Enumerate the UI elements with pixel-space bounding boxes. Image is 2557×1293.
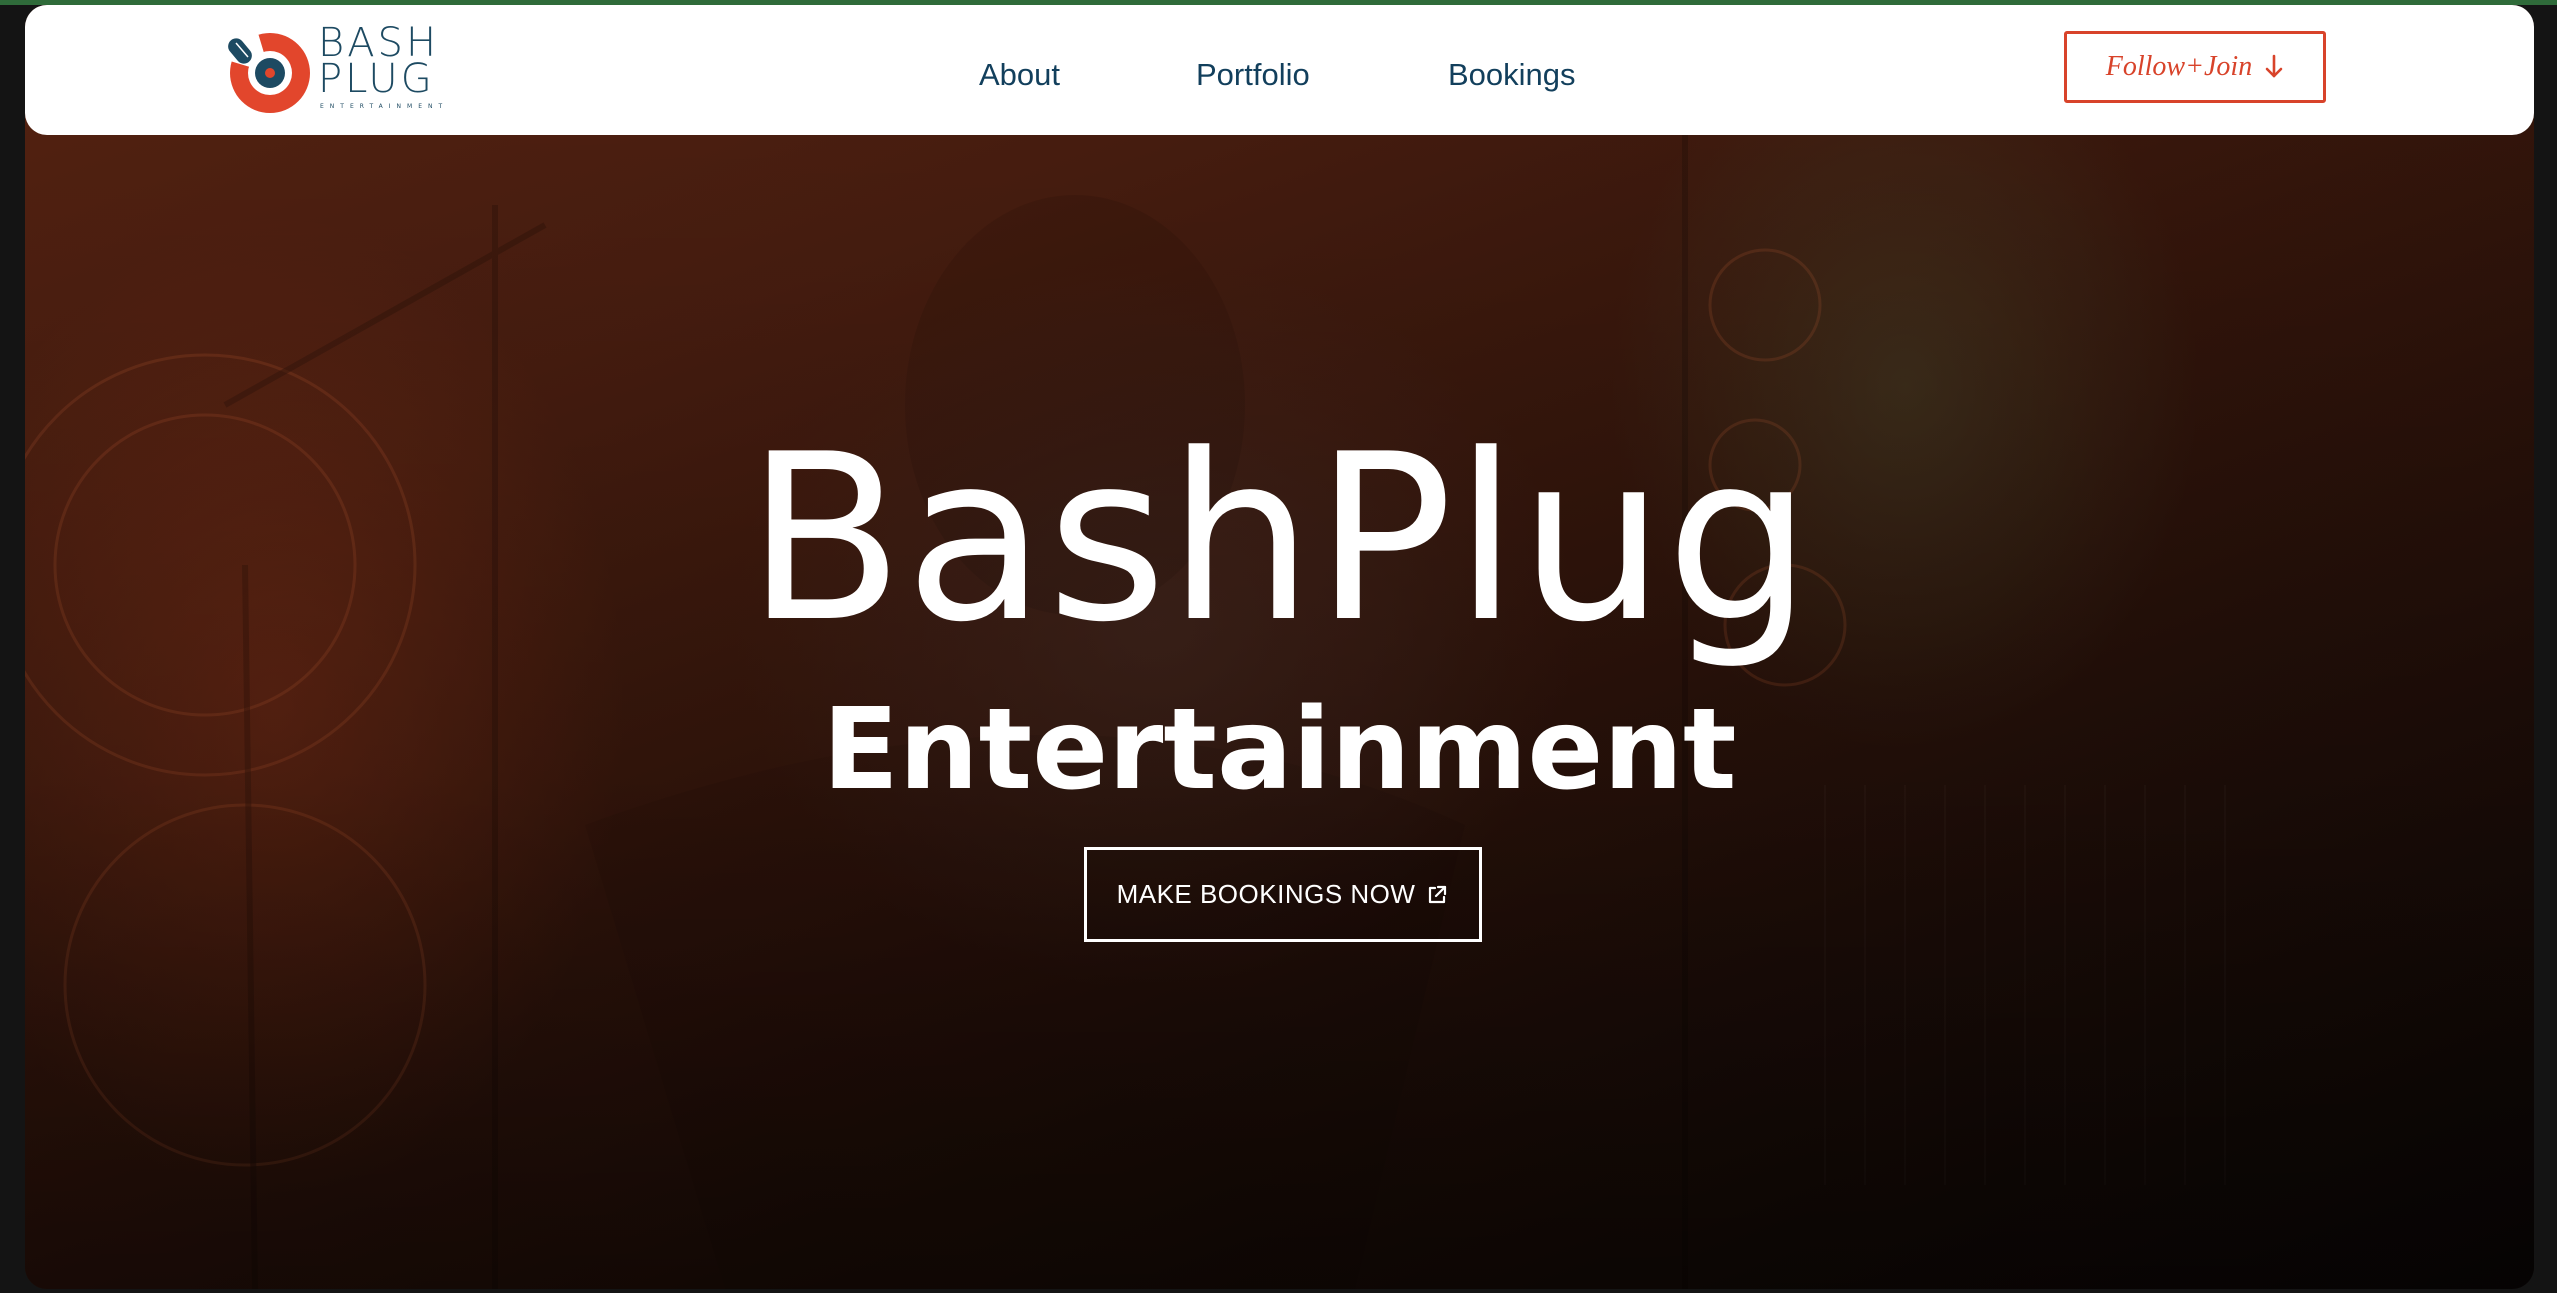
nav-link-bookings[interactable]: Bookings <box>1448 57 1576 93</box>
hero-section: BashPlug Entertainment MAKE BOOKINGS NOW <box>25 5 2534 1289</box>
external-link-icon <box>1429 885 1447 903</box>
follow-join-button[interactable]: Follow+Join <box>2064 31 2326 103</box>
logo-tagline: ENTERTAINMENT <box>320 103 449 110</box>
nav-link-about[interactable]: About <box>979 57 1060 93</box>
follow-join-label: Follow+Join <box>2105 51 2253 82</box>
make-bookings-label: MAKE BOOKINGS NOW <box>1116 879 1416 909</box>
hero-title: BashPlug <box>746 406 1813 673</box>
hero-subtitle: Entertainment <box>822 685 1737 815</box>
arrow-down-icon <box>2265 54 2283 78</box>
page-frame: BashPlug Entertainment MAKE BOOKINGS NOW <box>25 5 2534 1289</box>
site-header: BASH PLUG ENTERTAINMENT About Portfolio … <box>25 5 2534 135</box>
nav-link-portfolio[interactable]: Portfolio <box>1196 57 1310 93</box>
make-bookings-button[interactable]: MAKE BOOKINGS NOW <box>1084 847 1482 942</box>
